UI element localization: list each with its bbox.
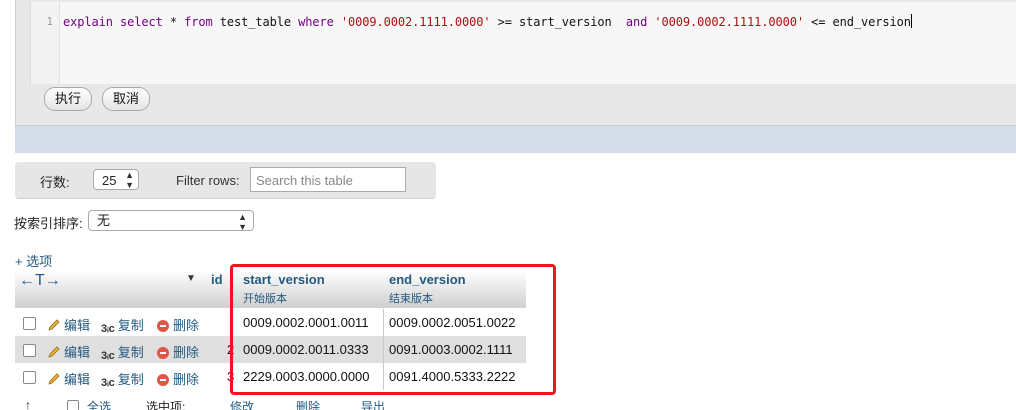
end-version-cell[interactable]: 0091.0003.0002.1111	[389, 342, 513, 357]
sql-editor[interactable]: 1 explain select * from test_table where…	[30, 2, 1016, 84]
sql-text: <= end_version	[804, 15, 911, 29]
sort-by-index-value: 无	[97, 213, 111, 228]
id-cell: 3	[227, 369, 235, 384]
sort-triangle-icon[interactable]: ▼	[186, 273, 196, 284]
table-row: 编辑 3ᵢc 复制 删除 2 0009.0002.0011.0333 0091.0…	[15, 336, 526, 363]
column-arrows-icon[interactable]: ←T→	[19, 272, 61, 290]
edit-label: 编辑	[64, 345, 91, 360]
sort-by-index-label: 按索引排序:	[14, 216, 83, 231]
sort-by-index-select[interactable]: 无 ▲ ▼	[88, 210, 254, 232]
rows-label: 行数:	[40, 175, 70, 190]
delete-icon	[157, 374, 169, 386]
cancel-button[interactable]: 取消	[102, 87, 151, 111]
start-version-cell[interactable]: 0009.0002.0001.0011	[243, 315, 369, 330]
table-row: 编辑 3ᵢc 复制 删除 0009.0002.0001.0011 0009.000…	[15, 309, 526, 336]
end-version-cell[interactable]: 0009.0002.0051.0022	[389, 315, 516, 330]
pencil-icon	[48, 373, 60, 385]
start-version-cell[interactable]: 2229.0003.0000.0000	[243, 369, 370, 384]
column-header-id[interactable]: id	[211, 272, 223, 287]
sql-text: *	[162, 15, 185, 29]
sql-keyword: from	[184, 15, 213, 29]
check-all-link[interactable]: 全选	[87, 398, 111, 410]
copy-icon: 3ᵢc	[101, 377, 115, 389]
edit-label: 编辑	[64, 318, 91, 333]
navigation-bar: 行数: 25 ▲ ▼ Filter rows: Search this table	[15, 162, 436, 199]
row-checkbox[interactable]	[23, 317, 36, 330]
bulk-delete-link[interactable]: 删除	[296, 398, 320, 410]
bulk-export-link[interactable]: 导出	[361, 398, 385, 410]
copy-label: 复制	[117, 345, 144, 360]
start-version-cell[interactable]: 0009.0002.0011.0333	[243, 342, 369, 357]
table-row: 编辑 3ᵢc 复制 删除 3 2229.0003.0000.0000 0091.4…	[15, 363, 526, 390]
column-header-start-version[interactable]: start_version	[243, 272, 325, 287]
row-checkbox[interactable]	[23, 344, 36, 357]
rows-per-page-value: 25	[102, 173, 117, 188]
sql-text: test_table	[212, 15, 299, 29]
sql-keyword: where	[298, 15, 334, 29]
copy-icon: 3ᵢc	[101, 323, 115, 335]
end-version-cell[interactable]: 0091.4000.5333.2222	[389, 369, 516, 384]
edit-action[interactable]: 编辑	[47, 315, 90, 334]
column-divider	[383, 309, 384, 336]
row-checkbox[interactable]	[23, 371, 36, 384]
text-cursor	[910, 14, 912, 28]
delete-label: 删除	[173, 318, 200, 333]
select-all-arrow-icon: ↑	[25, 398, 31, 410]
column-divider	[383, 363, 384, 390]
line-gutter: 1	[31, 2, 60, 84]
delete-action[interactable]: 删除	[157, 369, 199, 388]
rows-per-page-select[interactable]: 25 ▲ ▼	[93, 169, 139, 190]
copy-action[interactable]: 3ᵢc 复制	[101, 369, 144, 389]
sql-keyword: and	[625, 15, 648, 29]
bulk-actions-bar: ↑ 全选 选中项: 修改 删除 导出	[15, 398, 515, 410]
filter-label: Filter rows:	[176, 173, 240, 188]
pencil-icon	[48, 346, 60, 358]
filter-rows-input[interactable]: Search this table	[250, 167, 406, 192]
sql-editor-panel: 1 explain select * from test_table where…	[15, 0, 1016, 125]
bulk-edit-link[interactable]: 修改	[230, 398, 254, 410]
line-number: 1	[46, 15, 53, 28]
edit-action[interactable]: 编辑	[47, 342, 90, 361]
copy-label: 复制	[117, 318, 144, 333]
column-header-end-version[interactable]: end_version	[389, 272, 466, 287]
delete-label: 删除	[173, 345, 200, 360]
copy-action[interactable]: 3ᵢc 复制	[101, 342, 144, 362]
sql-string: '0009.0002.1111.0000'	[654, 15, 804, 29]
select-arrows-icon: ▲ ▼	[125, 170, 134, 190]
edit-label: 编辑	[64, 372, 91, 387]
id-cell: 2	[227, 342, 235, 357]
section-divider	[15, 125, 1016, 153]
copy-action[interactable]: 3ᵢc 复制	[101, 315, 144, 335]
column-divider	[383, 336, 384, 363]
copy-label: 复制	[117, 372, 144, 387]
delete-action[interactable]: 删除	[157, 315, 199, 334]
pencil-icon	[48, 319, 60, 331]
column-comment-end-version: 结束版本	[389, 293, 433, 305]
copy-icon: 3ᵢc	[101, 350, 115, 362]
delete-action[interactable]: 删除	[157, 342, 199, 361]
edit-action[interactable]: 编辑	[47, 369, 90, 388]
select-arrows-icon: ▲ ▼	[238, 212, 247, 232]
execute-button[interactable]: 执行	[44, 87, 93, 111]
sql-text: >= start_version	[490, 15, 626, 29]
column-comment-start-version: 开始版本	[243, 293, 287, 305]
with-selected-label: 选中项:	[146, 400, 186, 410]
delete-label: 删除	[173, 372, 200, 387]
delete-icon	[157, 347, 169, 359]
sql-keyword: select	[120, 15, 163, 29]
delete-icon	[157, 320, 169, 332]
sql-code-line[interactable]: explain select * from test_table where '…	[63, 14, 912, 29]
options-link[interactable]: + 选项	[15, 251, 52, 270]
sql-keyword: explain	[63, 15, 113, 29]
sql-string: '0009.0002.1111.0000'	[340, 15, 491, 29]
select-all-checkbox[interactable]	[67, 400, 79, 410]
